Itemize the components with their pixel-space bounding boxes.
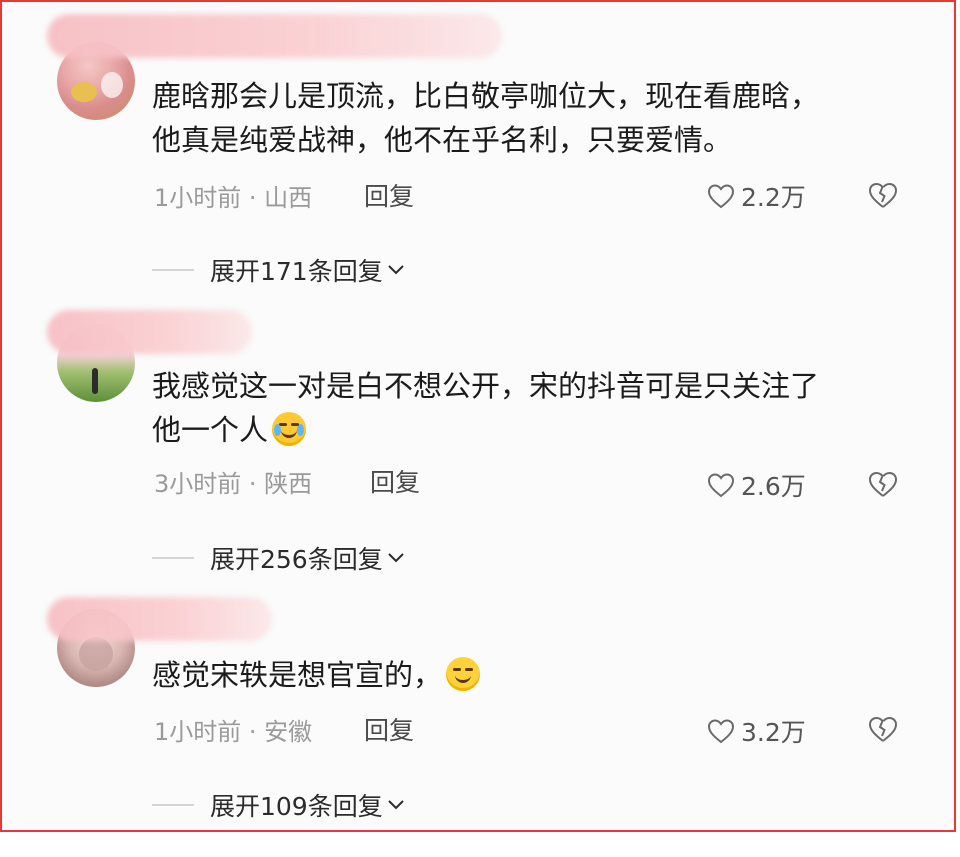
heart-outline-icon <box>707 473 735 498</box>
chevron-down-icon <box>388 265 404 275</box>
tear-icon <box>297 424 305 436</box>
comment-item: 我感觉这一对是白不想公开，宋的抖音可是只关注了 他一个人 3小时前 · 陕西 回… <box>2 302 958 574</box>
divider <box>152 269 194 271</box>
like-count: 2.6万 <box>741 472 806 501</box>
comment-item: 感觉宋轶是想官宣的， 1小时前 · 安徽 回复 3.2万 展开109条回复 <box>2 587 958 857</box>
like-count: 2.2万 <box>741 183 806 212</box>
tear-icon <box>274 424 282 436</box>
expand-replies-label: 展开256条回复 <box>210 545 383 574</box>
heart-outline-icon <box>707 184 735 209</box>
heart-outline-icon <box>707 719 735 744</box>
chevron-down-icon <box>388 553 404 563</box>
comment-text: 鹿晗那会儿是顶流，比白敬亭咖位大，现在看鹿晗， 他真是纯爱战神，他不在乎名利，只… <box>152 74 912 162</box>
emoji-mouth <box>455 673 472 683</box>
broken-heart-icon[interactable] <box>868 470 898 498</box>
expand-replies-label: 展开171条回复 <box>210 257 383 286</box>
comment-meta: 3小时前 · 陕西 <box>154 470 313 498</box>
username-redaction <box>47 310 252 354</box>
smug-face-emoji <box>446 657 481 691</box>
like-button[interactable]: 2.6万 <box>707 467 806 503</box>
broken-heart-icon[interactable] <box>868 715 898 743</box>
chevron-down-icon <box>388 800 404 810</box>
like-button[interactable]: 3.2万 <box>707 713 806 749</box>
reply-button[interactable]: 回复 <box>364 177 414 213</box>
expand-replies-button[interactable]: 展开256条回复 <box>152 540 405 576</box>
username-redaction <box>47 14 502 58</box>
like-count: 3.2万 <box>741 718 806 747</box>
comment-line-text: 他一个人 <box>152 413 269 447</box>
reply-button[interactable]: 回复 <box>370 463 420 499</box>
emoji-mouth <box>281 428 298 438</box>
broken-heart-icon[interactable] <box>868 181 898 209</box>
comment-line: 感觉宋轶是想官宣的， <box>152 653 912 697</box>
avatar-decoration <box>101 72 123 98</box>
avatar-decoration <box>92 368 98 394</box>
laughing-crying-emoji <box>272 412 307 446</box>
comment-line: 鹿晗那会儿是顶流，比白敬亭咖位大，现在看鹿晗， <box>152 79 820 113</box>
comment-text: 我感觉这一对是白不想公开，宋的抖音可是只关注了 他一个人 <box>152 364 912 452</box>
comment-line: 我感觉这一对是白不想公开，宋的抖音可是只关注了 <box>152 369 820 403</box>
avatar-decoration <box>79 637 113 671</box>
expand-replies-button[interactable]: 展开171条回复 <box>152 252 405 288</box>
screenshot-frame: 鹿晗那会儿是顶流，比白敬亭咖位大，现在看鹿晗， 他真是纯爱战神，他不在乎名利，只… <box>0 0 956 832</box>
comment-meta: 1小时前 · 山西 <box>154 184 313 212</box>
like-button[interactable]: 2.2万 <box>707 178 806 214</box>
comment-meta: 1小时前 · 安徽 <box>154 718 313 746</box>
username-redaction <box>47 597 272 641</box>
comment-line: 他一个人 <box>152 408 912 452</box>
comment-text: 感觉宋轶是想官宣的， <box>152 653 912 697</box>
comment-line: 他真是纯爱战神，他不在乎名利，只要爱情。 <box>152 123 733 157</box>
divider <box>152 804 194 806</box>
expand-replies-label: 展开109条回复 <box>210 792 383 821</box>
comment-line-text: 感觉宋轶是想官宣的， <box>152 658 443 692</box>
avatar-decoration <box>71 82 97 102</box>
comment-item: 鹿晗那会儿是顶流，比白敬亭咖位大，现在看鹿晗， 他真是纯爱战神，他不在乎名利，只… <box>2 2 958 286</box>
expand-replies-button[interactable]: 展开109条回复 <box>152 787 405 823</box>
reply-button[interactable]: 回复 <box>364 711 414 747</box>
divider <box>152 557 194 559</box>
